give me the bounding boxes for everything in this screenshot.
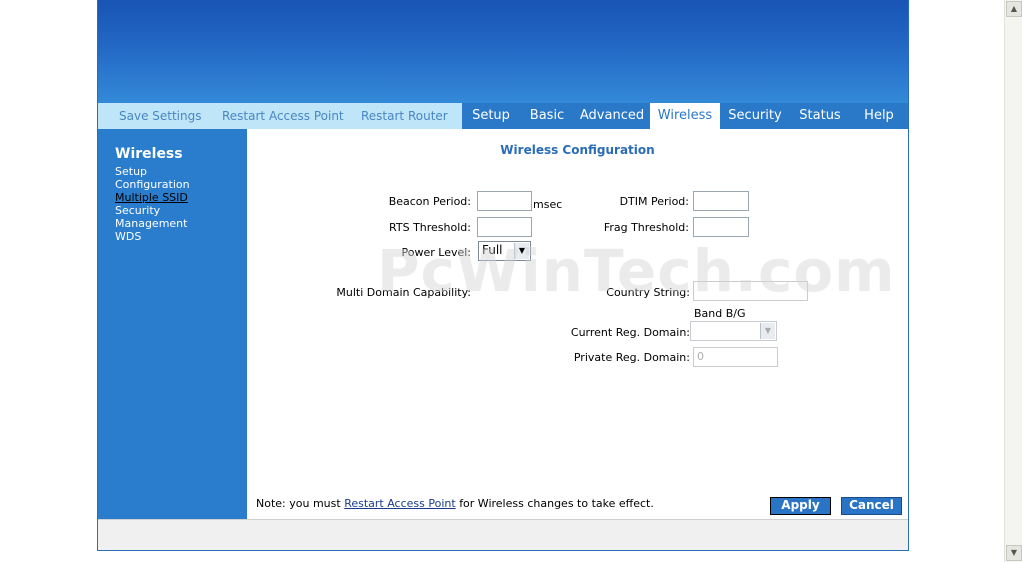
chevron-down-icon: ▼ <box>514 243 529 259</box>
note-prefix: Note: you must <box>256 497 341 510</box>
scroll-up-icon[interactable]: ▲ <box>1006 1 1022 17</box>
sidebar-item-security[interactable]: Security <box>115 204 160 217</box>
tab-advanced[interactable]: Advanced <box>574 103 650 129</box>
beacon-period-unit: msec <box>533 198 563 211</box>
rts-threshold-label: RTS Threshold: <box>389 221 471 234</box>
frag-threshold-input[interactable] <box>693 217 749 237</box>
header-banner <box>98 0 908 103</box>
router-admin-frame: Save Settings Restart Access Point Resta… <box>97 0 909 551</box>
country-string-label: Country String: <box>606 286 690 299</box>
sidebar-item-management[interactable]: Management <box>115 217 187 230</box>
rts-threshold-input[interactable] <box>477 217 532 237</box>
beacon-period-label: Beacon Period: <box>388 195 471 208</box>
main-content: Wireless Configuration Beacon Period: ms… <box>247 129 908 519</box>
frag-threshold-label: Frag Threshold: <box>603 221 689 234</box>
tab-basic[interactable]: Basic <box>520 103 574 129</box>
footer-note: Note: you must Restart Access Point for … <box>256 497 654 510</box>
private-reg-domain-label: Private Reg. Domain: <box>573 351 690 364</box>
power-level-select[interactable]: Full ▼ <box>478 241 531 261</box>
power-level-label: Power Level: <box>401 246 472 259</box>
restart-access-point-link[interactable]: Restart Access Point <box>222 109 344 123</box>
chevron-down-icon: ▼ <box>760 323 775 339</box>
tab-security[interactable]: Security <box>720 103 790 129</box>
main-tabs: Setup Basic Advanced Wireless Security S… <box>462 103 908 129</box>
utility-links: Save Settings Restart Access Point Resta… <box>98 103 462 129</box>
sidebar-item-multiple-ssid[interactable]: Multiple SSID <box>115 191 188 204</box>
browser-scrollbar[interactable]: ▲ ▼ <box>1004 0 1022 562</box>
apply-button[interactable]: Apply <box>770 497 831 515</box>
current-reg-domain-label: Current Reg. Domain: <box>570 326 690 339</box>
save-settings-link[interactable]: Save Settings <box>119 109 202 123</box>
tab-setup[interactable]: Setup <box>462 103 520 129</box>
dtim-period-label: DTIM Period: <box>619 195 689 208</box>
country-string-input[interactable] <box>693 281 808 301</box>
beacon-period-input[interactable] <box>477 191 532 211</box>
band-label: Band B/G <box>694 307 746 320</box>
tab-help[interactable]: Help <box>850 103 908 129</box>
power-level-value: Full <box>482 243 503 257</box>
top-navigation: Save Settings Restart Access Point Resta… <box>98 103 908 129</box>
cancel-button[interactable]: Cancel <box>841 497 902 515</box>
sidebar: Wireless Setup Configuration Multiple SS… <box>98 129 247 519</box>
tab-wireless[interactable]: Wireless <box>650 103 720 129</box>
restart-access-point-note-link[interactable]: Restart Access Point <box>344 497 456 510</box>
scroll-down-icon[interactable]: ▼ <box>1006 545 1022 561</box>
tab-status[interactable]: Status <box>790 103 850 129</box>
sidebar-item-configuration[interactable]: Configuration <box>115 178 190 191</box>
private-reg-domain-input[interactable]: 0 <box>693 347 778 367</box>
multi-domain-label: Multi Domain Capability: <box>336 286 471 299</box>
current-reg-domain-select[interactable]: ▼ <box>690 321 777 341</box>
sidebar-item-setup[interactable]: Setup <box>115 165 147 178</box>
restart-router-link[interactable]: Restart Router <box>361 109 448 123</box>
sidebar-title: Wireless <box>115 146 183 162</box>
sidebar-item-wds[interactable]: WDS <box>115 230 141 243</box>
page-footer <box>98 519 908 550</box>
page-title: Wireless Configuration <box>500 143 655 157</box>
dtim-period-input[interactable] <box>693 191 749 211</box>
note-suffix: for Wireless changes to take effect. <box>459 497 654 510</box>
